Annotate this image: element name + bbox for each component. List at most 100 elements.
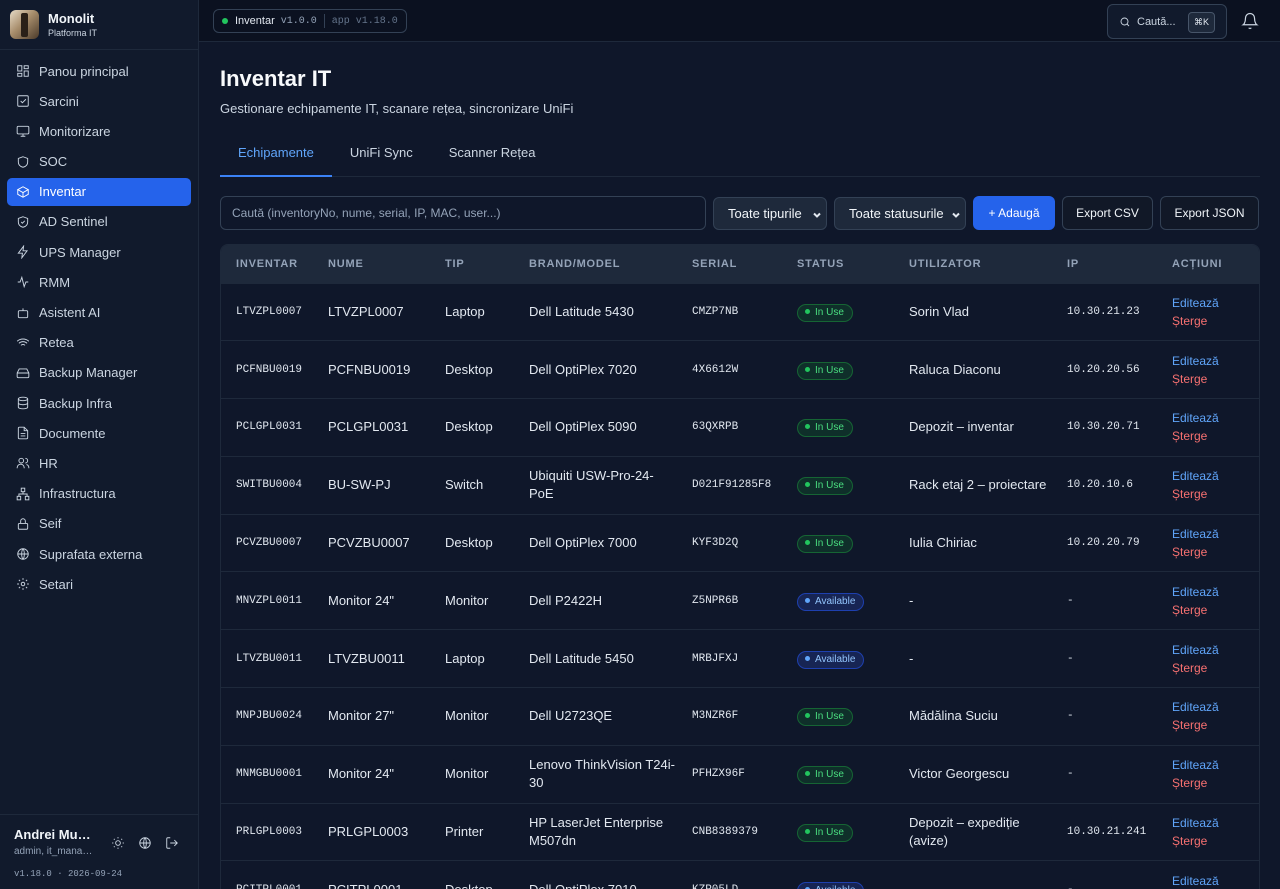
globe-icon — [16, 547, 30, 561]
module-version-pill: Inventar v1.0.0 app v1.18.0 — [213, 9, 407, 33]
sidebar-item-asistent-ai[interactable]: Asistent AI — [7, 299, 191, 327]
serial-cell: CMZP7NB — [692, 305, 739, 318]
table-header: INVENTAR NUME TIP BRAND/MODEL SERIAL STATUS UT… — [221, 245, 1259, 283]
delete-link[interactable]: Șterge — [1172, 716, 1259, 734]
brand[interactable]: Monolit Platforma IT — [0, 0, 198, 50]
column-header[interactable]: NUME — [313, 245, 430, 283]
search-input[interactable] — [220, 196, 706, 230]
logo — [10, 10, 39, 39]
edit-link[interactable]: Editează — [1172, 756, 1259, 774]
table-row[interactable]: MNPJBU0024 Monitor 27" Monitor Dell U2723QE… — [221, 687, 1259, 746]
column-header[interactable]: UTILIZATOR — [894, 245, 1052, 283]
type-cell: Laptop — [445, 303, 485, 319]
table-row[interactable]: PCLGPL0031 PCLGPL0031 Desktop Dell OptiPlex… — [221, 398, 1259, 457]
table-row[interactable]: PCVZBU0007 PCVZBU0007 Desktop Dell OptiPlex… — [221, 514, 1259, 572]
edit-link[interactable]: Editează — [1172, 641, 1259, 659]
table-row[interactable]: MNVZPL0011 Monitor 24" Monitor Dell P2422H Z… — [221, 571, 1259, 630]
column-header[interactable]: TIP — [430, 245, 514, 283]
delete-link[interactable]: Șterge — [1172, 370, 1259, 388]
box-icon — [16, 185, 30, 199]
actions-cell: EditeazăȘterge — [1157, 803, 1259, 861]
name-cell: PCITPL0001 — [313, 861, 430, 889]
status-filter-select[interactable]: Toate statusurile — [834, 197, 966, 230]
sidebar-item-sarcini[interactable]: Sarcini — [7, 87, 191, 115]
sidebar-item-ad-sentinel[interactable]: AD Sentinel — [7, 208, 191, 236]
delete-link[interactable]: Șterge — [1172, 427, 1259, 445]
column-header[interactable]: SERIAL — [677, 245, 782, 283]
column-header[interactable]: ACȚIUNI — [1157, 245, 1259, 283]
table-row[interactable]: LTVZBU0011 LTVZBU0011 Laptop Dell Latitude … — [221, 629, 1259, 688]
table-row[interactable]: PCITPL0001PCITPL0001DesktopDell OptiPlex… — [221, 860, 1259, 889]
delete-link[interactable]: Șterge — [1172, 774, 1259, 792]
sidebar-item-label: RMM — [39, 274, 71, 290]
column-header[interactable]: STATUS — [782, 245, 894, 283]
export-csv-button[interactable]: Export CSV — [1062, 196, 1153, 230]
tab-echipamente[interactable]: Echipamente — [220, 145, 332, 177]
sidebar-item-rmm[interactable]: RMM — [7, 268, 191, 296]
name-cell: LTVZBU0011 — [328, 650, 405, 666]
edit-link[interactable]: Editează — [1172, 467, 1259, 485]
type-filter-select[interactable]: Toate tipurile — [713, 197, 827, 230]
ip-cell: 10.30.21.241 — [1067, 826, 1147, 839]
table-row[interactable]: SWITBU0004 BU-SW-PJ Switch Ubiquiti USW-Pro… — [221, 456, 1259, 514]
ip-cell: 10.30.20.71 — [1067, 421, 1140, 434]
sidebar-item-setari[interactable]: Setari — [7, 570, 191, 598]
sidebar-item-ups-manager[interactable]: UPS Manager — [7, 238, 191, 266]
tab-scanner-rețea[interactable]: Scanner Rețea — [431, 145, 554, 177]
actions-cell: EditeazăȘterge — [1157, 688, 1259, 746]
table-row[interactable]: PRLGPL0003 PRLGPL0003 Printer HP LaserJet E… — [221, 803, 1259, 861]
delete-link[interactable]: Șterge — [1172, 659, 1259, 677]
sidebar-item-soc[interactable]: SOC — [7, 148, 191, 176]
sidebar-item-infrastructura[interactable]: Infrastructura — [7, 480, 191, 508]
delete-link[interactable]: Șterge — [1172, 485, 1259, 503]
add-button[interactable]: + Adaugă — [973, 196, 1055, 230]
delete-link[interactable]: Șterge — [1172, 601, 1259, 619]
tab-unifi-sync[interactable]: UniFi Sync — [332, 145, 431, 177]
sidebar-item-monitorizare[interactable]: Monitorizare — [7, 117, 191, 145]
sidebar-item-inventar[interactable]: Inventar — [7, 177, 191, 206]
sidebar-item-backup-infra[interactable]: Backup Infra — [7, 389, 191, 417]
delete-link[interactable]: Șterge — [1172, 832, 1259, 850]
column-header[interactable]: IP — [1052, 245, 1157, 283]
edit-link[interactable]: Editează — [1172, 698, 1259, 716]
serial-cell: 63QXRPB — [692, 421, 739, 434]
sidebar-item-suprafata-externa[interactable]: Suprafata externa — [7, 540, 191, 568]
app-version-label: app v1.18.0 — [331, 15, 398, 27]
name-cell: Monitor 24" — [328, 766, 395, 782]
edit-link[interactable]: Editează — [1172, 814, 1259, 832]
serial-cell: KYF3D2Q — [692, 537, 739, 550]
sidebar-item-backup-manager[interactable]: Backup Manager — [7, 359, 191, 387]
table-row[interactable]: LTVZPL0007 LTVZPL0007 Laptop Dell Latitude … — [221, 283, 1259, 341]
bell-icon[interactable] — [1241, 12, 1259, 30]
table-row[interactable]: MNMGBU0001 Monitor 24" Monitor Lenovo Think… — [221, 745, 1259, 803]
ip-cell: - — [1052, 861, 1157, 889]
column-header[interactable]: INVENTAR — [221, 245, 313, 283]
sidebar-item-retea[interactable]: Retea — [7, 329, 191, 357]
global-search-button[interactable]: Caută... ⌘K — [1107, 4, 1227, 39]
sidebar-item-hr[interactable]: HR — [7, 449, 191, 477]
delete-link[interactable]: Șterge — [1172, 312, 1259, 330]
sidebar-item-documente[interactable]: Documente — [7, 419, 191, 447]
sidebar-item-label: Backup Manager — [39, 365, 138, 381]
edit-link[interactable]: Editează — [1172, 583, 1259, 601]
chevron-down-icon — [812, 208, 822, 218]
logout-icon[interactable] — [164, 835, 180, 851]
delete-link[interactable]: Șterge — [1172, 543, 1259, 561]
edit-link[interactable]: Editează — [1172, 352, 1259, 370]
column-header[interactable]: BRAND/MODEL — [514, 245, 677, 283]
table-row[interactable]: PCFNBU0019 PCFNBU0019 Desktop Dell OptiPlex… — [221, 340, 1259, 399]
sidebar-item-panou-principal[interactable]: Panou principal — [7, 57, 191, 85]
language-globe-icon[interactable] — [137, 835, 153, 851]
serial-cell: CNB8389379 — [692, 826, 759, 839]
sidebar-item-seif[interactable]: Seif — [7, 510, 191, 538]
theme-toggle-icon[interactable] — [110, 835, 126, 851]
status-badge: Available — [797, 592, 865, 611]
edit-link[interactable]: Editează — [1172, 872, 1259, 889]
edit-link[interactable]: Editează — [1172, 409, 1259, 427]
inventory-number-cell: PRLGPL0003 — [236, 826, 303, 839]
edit-link[interactable]: Editează — [1172, 525, 1259, 543]
serial-cell: PFHZX96F — [692, 768, 745, 781]
edit-link[interactable]: Editează — [1172, 294, 1259, 312]
inventory-table: INVENTAR NUME TIP BRAND/MODEL SERIAL STATUS UT… — [220, 244, 1260, 889]
export-json-button[interactable]: Export JSON — [1160, 196, 1259, 230]
